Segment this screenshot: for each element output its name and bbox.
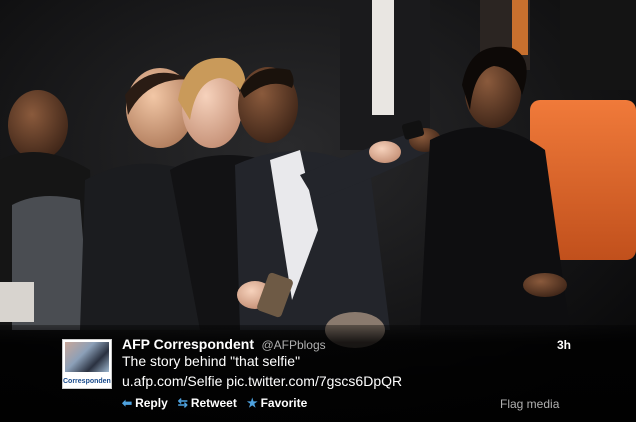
avatar-photo: [65, 342, 109, 372]
link-afp-selfie[interactable]: u.afp.com/Selfie: [122, 373, 222, 389]
flag-media-link[interactable]: Flag media: [500, 397, 559, 411]
retweet-label: Retweet: [190, 396, 237, 410]
tweet-text: The story behind "that selfie": [122, 353, 301, 369]
reply-button[interactable]: ⬅ Reply: [122, 396, 168, 410]
author-avatar[interactable]: Correspondent: [62, 339, 112, 389]
retweet-button[interactable]: ⇆ Retweet: [178, 396, 237, 410]
author-name[interactable]: AFP Correspondent: [122, 336, 254, 352]
avatar-label: Correspondent: [63, 378, 112, 385]
favorite-button[interactable]: ★ Favorite: [247, 396, 307, 410]
tweet-header: AFP Correspondent @AFPblogs: [122, 336, 326, 354]
star-icon: ★: [246, 396, 258, 410]
tweet-timestamp[interactable]: 3h: [557, 338, 571, 352]
author-handle[interactable]: @AFPblogs: [261, 338, 325, 352]
retweet-icon: ⇆: [177, 396, 188, 410]
tweet-actions: ⬅ Reply ⇆ Retweet ★ Favorite: [122, 396, 307, 410]
reply-label: Reply: [135, 396, 168, 410]
reply-arrow-icon: ⬅: [122, 396, 133, 410]
tweet-links: u.afp.com/Selfie pic.twitter.com/7gscs6D…: [122, 373, 402, 389]
link-pic-twitter[interactable]: pic.twitter.com/7gscs6DpQR: [226, 373, 402, 389]
favorite-label: Favorite: [260, 396, 308, 410]
